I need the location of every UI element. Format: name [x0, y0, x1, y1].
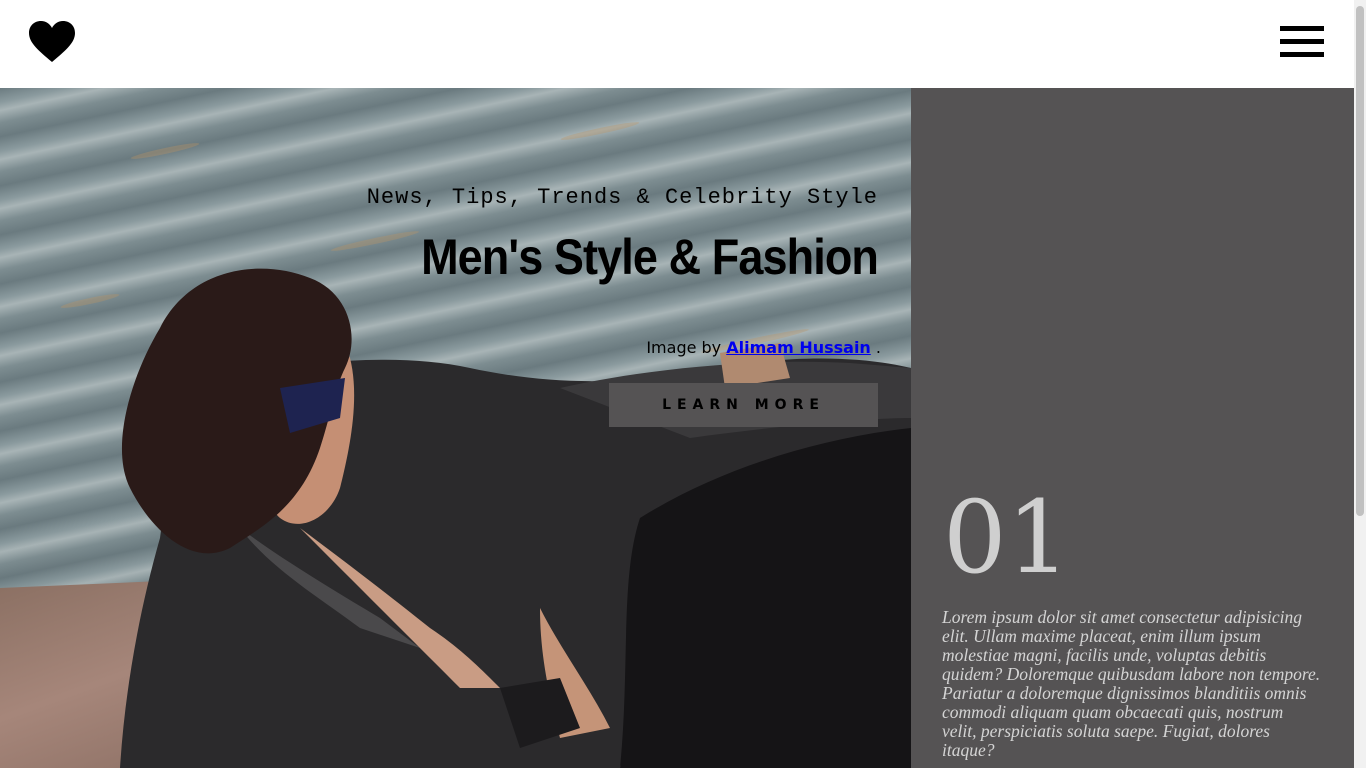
- hero-tagline: News, Tips, Trends & Celebrity Style: [366, 185, 878, 210]
- credit-suffix: .: [875, 338, 881, 357]
- image-credit: Image by Alimam Hussain .: [381, 338, 881, 357]
- section-number: 01: [943, 479, 1071, 596]
- hamburger-menu-icon[interactable]: [1280, 26, 1324, 58]
- hero-section: News, Tips, Trends & Celebrity Style Men…: [0, 88, 911, 768]
- navbar: [0, 0, 1354, 88]
- side-panel-text: Lorem ipsum dolor sit amet consectetur a…: [942, 607, 1321, 760]
- heart-icon[interactable]: [29, 21, 75, 63]
- scrollbar-thumb[interactable]: [1356, 6, 1364, 516]
- credit-author-link[interactable]: Alimam Hussain: [726, 338, 871, 357]
- menu-bar: [1280, 52, 1324, 57]
- page-scrollbar[interactable]: [1354, 0, 1366, 768]
- hero-title: Men's Style & Fashion: [421, 229, 879, 285]
- side-panel: 01 Lorem ipsum dolor sit amet consectetu…: [911, 88, 1354, 768]
- credit-prefix: Image by: [646, 338, 722, 357]
- learn-more-button[interactable]: LEARN MORE: [609, 383, 878, 427]
- menu-bar: [1280, 26, 1324, 31]
- menu-bar: [1280, 39, 1324, 44]
